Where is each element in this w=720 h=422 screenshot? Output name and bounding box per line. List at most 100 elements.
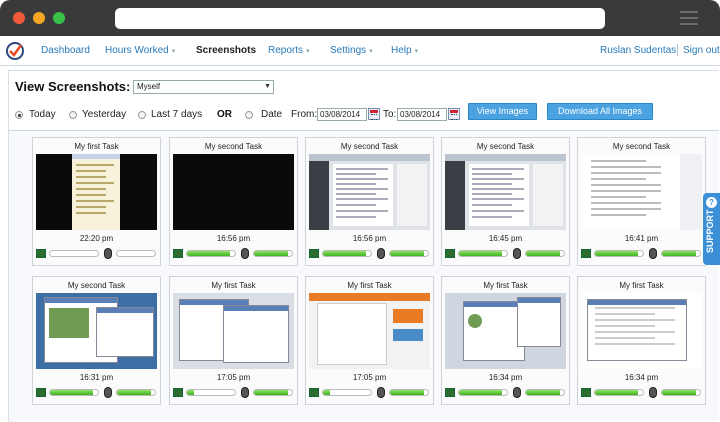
screenshot-thumbnail[interactable]: [173, 293, 294, 369]
calendar-icon[interactable]: [448, 108, 460, 120]
keyboard-activity-bar: [322, 250, 372, 257]
support-label: SUPPORT: [705, 209, 715, 253]
task-name: My second Task: [340, 142, 399, 151]
menu-icon[interactable]: [680, 11, 698, 29]
mouse-activity-bar: [253, 389, 293, 396]
mouse-icon: [649, 387, 657, 398]
download-all-images-button[interactable]: Download All Images: [547, 103, 653, 120]
screenshot-time: 16:34 pm: [488, 373, 523, 382]
screenshot-time: 22:20 pm: [79, 234, 114, 243]
screenshot-card[interactable]: My first Task 17:05 pm: [305, 276, 434, 405]
screenshot-thumbnail[interactable]: [581, 293, 702, 369]
screenshot-thumbnail[interactable]: [445, 154, 566, 230]
activity-bars: [445, 387, 566, 398]
page-title: View Screenshots:: [15, 79, 131, 94]
mouse-activity-bar: [389, 250, 429, 257]
to-date-input[interactable]: 03/08/2014: [397, 108, 447, 121]
screenshot-thumbnail[interactable]: [309, 293, 430, 369]
screenshot-thumbnail[interactable]: [36, 154, 157, 230]
top-navigation: Dashboard Hours Worked ▾ Screenshots Repo…: [0, 36, 720, 66]
activity-bars: [173, 387, 294, 398]
screenshot-thumbnail[interactable]: [309, 154, 430, 230]
screenshot-thumbnail[interactable]: [173, 154, 294, 230]
mouse-activity-bar: [116, 389, 156, 396]
screenshot-thumbnail[interactable]: [445, 293, 566, 369]
nav-reports[interactable]: Reports ▾: [268, 45, 310, 56]
clock-logo-icon[interactable]: [5, 41, 25, 61]
keyboard-activity-bar: [186, 389, 236, 396]
screenshot-card[interactable]: My first Task 16:34 pm: [441, 276, 570, 405]
user-name-link[interactable]: Ruslan Sudentas: [600, 45, 676, 56]
mouse-icon: [513, 248, 521, 259]
from-label: From:: [291, 109, 318, 120]
from-date-input[interactable]: 03/08/2014: [317, 108, 367, 121]
chevron-down-icon: ▾: [369, 48, 373, 55]
radio-today-label: Today: [29, 109, 56, 120]
keyboard-icon: [309, 388, 319, 397]
screenshot-card[interactable]: My second Task 16:56 pm: [169, 137, 298, 266]
keyboard-icon: [445, 388, 455, 397]
mouse-icon: [104, 387, 112, 398]
maximize-window-button[interactable]: [53, 12, 65, 24]
view-images-button[interactable]: View Images: [468, 103, 537, 120]
or-label: OR: [217, 109, 232, 120]
address-bar[interactable]: [115, 8, 605, 29]
activity-bars: [445, 248, 566, 259]
radio-today[interactable]: [15, 111, 23, 119]
screenshot-time: 17:05 pm: [352, 373, 387, 382]
task-name: My second Task: [204, 142, 263, 151]
task-name: My first Task: [347, 281, 392, 290]
screenshot-card[interactable]: My first Task 16:34 pm: [577, 276, 706, 405]
nav-help[interactable]: Help ▾: [391, 45, 418, 56]
screenshot-card[interactable]: My second Task 16:45 pm: [441, 137, 570, 266]
mouse-activity-bar: [525, 250, 565, 257]
radio-date[interactable]: [245, 111, 253, 119]
task-name: My first Task: [619, 281, 664, 290]
keyboard-icon: [581, 249, 591, 258]
activity-bars: [309, 248, 430, 259]
radio-last-7-days[interactable]: [138, 111, 146, 119]
to-label: To:: [383, 109, 397, 120]
nav-hours-worked[interactable]: Hours Worked ▾: [105, 45, 175, 56]
user-select[interactable]: Myself ▼: [133, 80, 274, 94]
screenshot-time: 17:05 pm: [216, 373, 251, 382]
keyboard-icon: [173, 388, 183, 397]
nav-screenshots[interactable]: Screenshots: [196, 45, 256, 56]
sign-out-link[interactable]: Sign out: [683, 45, 720, 56]
chevron-down-icon: ▾: [414, 48, 419, 55]
screenshot-time: 16:56 pm: [216, 234, 251, 243]
radio-yesterday[interactable]: [69, 111, 77, 119]
browser-window: Dashboard Hours Worked ▾ Screenshots Repo…: [0, 0, 720, 422]
keyboard-activity-bar: [458, 389, 508, 396]
screenshot-card[interactable]: My first Task 22:20 pm: [32, 137, 161, 266]
keyboard-icon: [36, 249, 46, 258]
radio-last-7-days-label: Last 7 days: [151, 109, 203, 120]
keyboard-icon: [36, 388, 46, 397]
close-window-button[interactable]: [13, 12, 25, 24]
task-name: My second Task: [612, 142, 671, 151]
mouse-icon: [241, 248, 249, 259]
nav-settings[interactable]: Settings ▾: [330, 45, 373, 56]
date-filters: Today Yesterday Last 7 days OR Date From…: [15, 103, 715, 123]
mouse-icon: [649, 248, 657, 259]
keyboard-activity-bar: [186, 250, 236, 257]
chevron-down-icon: ▾: [171, 48, 176, 55]
screenshot-card[interactable]: My second Task 16:56 pm: [305, 137, 434, 266]
screenshot-thumbnail[interactable]: [36, 293, 157, 369]
screenshot-time: 16:45 pm: [488, 234, 523, 243]
screenshot-card[interactable]: My first Task 17:05 pm: [169, 276, 298, 405]
mouse-icon: [241, 387, 249, 398]
nav-dashboard[interactable]: Dashboard: [41, 45, 90, 56]
radio-yesterday-label: Yesterday: [82, 109, 127, 120]
support-tab[interactable]: ? SUPPORT: [703, 193, 720, 265]
minimize-window-button[interactable]: [33, 12, 45, 24]
mouse-activity-bar: [116, 250, 156, 257]
chevron-down-icon: ▾: [306, 48, 310, 55]
mouse-activity-bar: [389, 389, 429, 396]
screenshot-time: 16:34 pm: [624, 373, 659, 382]
calendar-icon[interactable]: [368, 108, 380, 120]
activity-bars: [36, 387, 157, 398]
screenshot-thumbnail[interactable]: [581, 154, 702, 230]
screenshot-card[interactable]: My second Task 16:41 pm: [577, 137, 706, 266]
screenshot-card[interactable]: My second Task 16:31 pm: [32, 276, 161, 405]
